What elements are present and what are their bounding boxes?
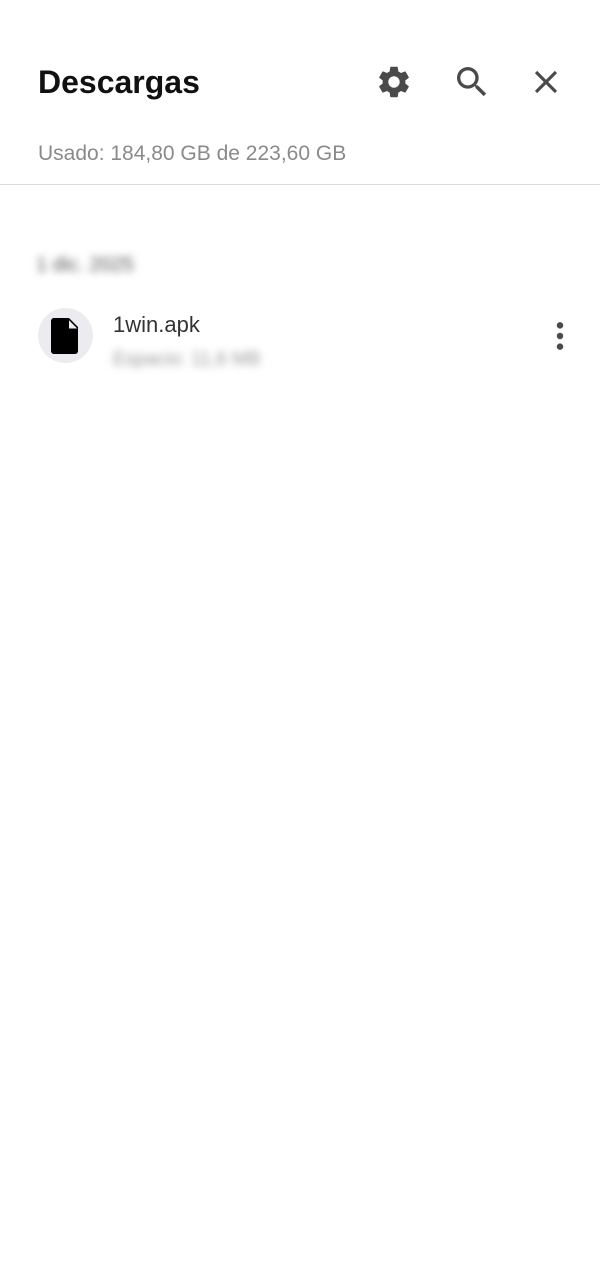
more-vert-icon [556,322,564,350]
app-header: Descargas Usado: 184,80 GB de 223,60 GB [0,0,600,185]
list-item[interactable]: 1win.apk Espacio: 11,6 MB [0,296,600,384]
settings-button[interactable] [370,58,418,106]
gear-icon [379,66,409,98]
file-avatar [38,308,93,363]
close-icon [534,70,558,94]
search-button[interactable] [448,58,496,106]
storage-usage-text: Usado: 184,80 GB de 223,60 GB [38,142,347,165]
more-options-button[interactable] [540,316,580,356]
search-icon [457,67,487,97]
downloads-screen: Descargas Usado: 184,80 GB de 223,60 GB … [0,0,600,1280]
close-button[interactable] [522,58,570,106]
file-details: Espacio: 11,6 MB [113,349,261,370]
file-name: 1win.apk [113,312,200,337]
file-icon [50,317,78,354]
page-title: Descargas [38,64,200,100]
date-group-header: 1 dic. 2025 [36,254,134,276]
